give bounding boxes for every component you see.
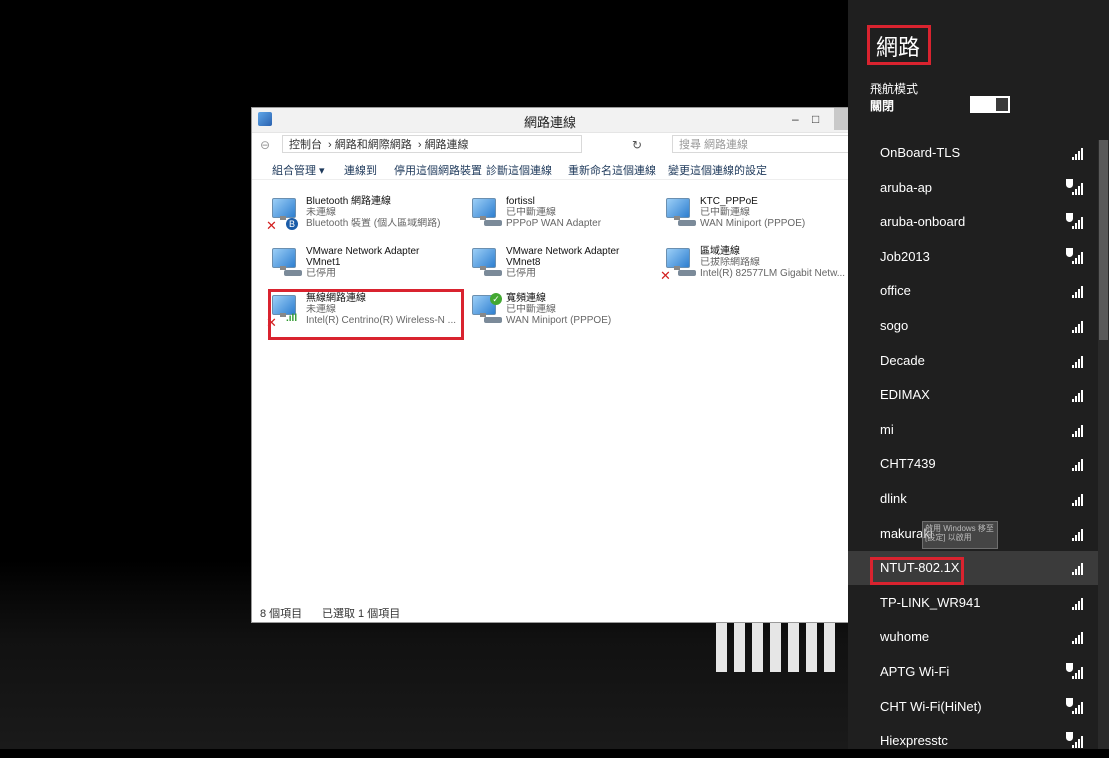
wifi-network-item[interactable]: mi <box>848 413 1098 447</box>
wifi-signal-icon <box>1068 388 1084 403</box>
airplane-mode-label: 飛航模式 <box>870 82 919 96</box>
wifi-network-item[interactable]: EDIMAX <box>848 378 1098 412</box>
wifi-signal-icon <box>1068 596 1084 610</box>
network-name: CHT Wi-Fi(HiNet) <box>880 698 982 714</box>
network-name: Decade <box>880 352 925 368</box>
title-bar[interactable]: 網路連線 – □ <box>252 108 848 133</box>
airplane-mode-state: 關閉 <box>870 99 895 113</box>
wifi-signal-icon <box>1068 354 1084 368</box>
network-name: OnBoard-TLS <box>880 145 961 160</box>
scrollbar[interactable] <box>1098 140 1109 749</box>
network-name: EDIMAX <box>880 387 930 403</box>
ethernet-adapter-icon <box>468 248 502 276</box>
network-name: mi <box>880 421 894 437</box>
bluetooth-adapter-icon: ✕ B <box>266 198 298 232</box>
wifi-signal-icon <box>1068 319 1084 333</box>
secured-wifi-signal-icon <box>1066 663 1084 679</box>
wifi-network-item[interactable]: office <box>848 274 1098 308</box>
network-name: aruba-ap <box>880 179 933 195</box>
airplane-mode-toggle[interactable] <box>970 96 1010 113</box>
window-title: 網路連線 <box>523 115 576 130</box>
ssid-highlight <box>870 557 964 585</box>
secured-wifi-signal-icon <box>1066 697 1084 714</box>
wifi-network-item[interactable]: aruba-ap <box>848 171 1098 205</box>
wifi-signal-icon <box>1068 284 1084 299</box>
list-item[interactable]: ✕ B Bluetooth 網路連線 未連線 Bluetooth 裝置 (個人區域網路… <box>266 194 462 238</box>
wifi-network-item[interactable]: aruba-onboard <box>848 205 1098 239</box>
wifi-signal-icon <box>1068 527 1084 541</box>
network-name: aruba-onboard <box>880 214 966 230</box>
breadcrumb[interactable]: 控制台 <box>289 139 322 151</box>
item-count: 8 個項目 <box>260 608 303 620</box>
wifi-network-item[interactable]: Hiexpresstc <box>848 724 1098 758</box>
panel-title: 網路 <box>876 35 921 60</box>
list-item[interactable]: VMware Network Adapter VMnet8 已停用 <box>466 244 662 288</box>
address-row: ⊖ 控制台 › 網路和網際網路 › 網路連線 ↻ 搜尋 網路連線 <box>252 133 850 157</box>
network-name: sogo <box>880 318 909 333</box>
network-connections-window[interactable]: 網路連線 – □ ⊖ 控制台 › 網路和網際網路 › 網路連線 ↻ 搜尋 網路連… <box>251 107 850 623</box>
wifi-signal-icon <box>1068 492 1084 506</box>
command-bar: 組合管理 ▾ 連線到 停用這個網路裝置 診斷這個連線 重新命名這個連線 變更這個… <box>252 157 848 180</box>
network-name: Hiexpresstc <box>880 733 948 749</box>
selection-highlight <box>268 289 464 340</box>
maximize-icon[interactable]: □ <box>812 112 819 126</box>
address-bar[interactable]: 控制台 › 網路和網際網路 › 網路連線 <box>282 135 582 153</box>
network-name: APTG Wi-Fi <box>880 664 950 679</box>
minimize-icon[interactable]: – <box>792 112 799 126</box>
secured-wifi-signal-icon <box>1066 732 1084 749</box>
wifi-signal-icon <box>1068 630 1084 645</box>
connect-to-button[interactable]: 連線到 <box>344 162 377 178</box>
pppoe-adapter-icon <box>662 198 696 226</box>
network-name: CHT7439 <box>880 456 936 472</box>
wifi-network-item[interactable]: OnBoard-TLS <box>848 136 1098 170</box>
scrollbar-thumb[interactable] <box>1099 140 1108 340</box>
close-button[interactable] <box>834 108 848 130</box>
wifi-signal-icon <box>1068 561 1084 576</box>
network-name: Job2013 <box>880 248 930 264</box>
diagnose-button[interactable]: 診斷這個連線 <box>486 162 552 178</box>
wallpaper-stripes <box>716 618 846 672</box>
network-name: dlink <box>880 491 907 506</box>
wifi-signal-icon <box>1068 457 1084 472</box>
wifi-signal-icon <box>1068 146 1084 160</box>
wifi-network-item[interactable]: CHT7439 <box>848 447 1098 481</box>
secured-wifi-signal-icon <box>1066 213 1084 230</box>
broadband-adapter-icon: ✓ <box>468 293 502 323</box>
wifi-network-item[interactable]: CHT Wi-Fi(HiNet) <box>848 690 1098 724</box>
wifi-signal-icon <box>1068 423 1084 437</box>
ethernet-adapter-icon: ✕ <box>660 248 696 282</box>
search-input[interactable]: 搜尋 網路連線 <box>672 135 850 153</box>
wifi-network-item[interactable]: Job2013 <box>848 240 1098 274</box>
wifi-network-item[interactable]: Decade <box>848 344 1098 378</box>
breadcrumb[interactable]: 網路連線 <box>425 139 469 151</box>
secured-wifi-signal-icon <box>1066 247 1084 264</box>
network-name: TP-LINK_WR941 <box>880 594 981 610</box>
disable-device-button[interactable]: 停用這個網路裝置 <box>394 162 482 178</box>
back-arrow-icon[interactable]: ⊖ <box>260 138 270 152</box>
ethernet-adapter-icon <box>268 248 302 276</box>
rename-button[interactable]: 重新命名這個連線 <box>568 162 656 178</box>
organize-button[interactable]: 組合管理 ▾ <box>272 162 325 178</box>
list-item[interactable]: ✓ 寬頻連線 已中斷連線 WAN Miniport (PPPOE) <box>466 291 662 335</box>
watermark-tooltip: 啟用 Windows 移至 [設定] 以啟用 <box>922 521 998 549</box>
wifi-network-item[interactable]: wuhome <box>848 620 1098 654</box>
vpn-adapter-icon <box>468 198 502 226</box>
breadcrumb[interactable]: 網路和網際網路 <box>335 139 412 151</box>
wifi-network-item[interactable]: TP-LINK_WR941 <box>848 586 1098 620</box>
change-settings-button[interactable]: 變更這個連線的設定 <box>668 162 767 178</box>
network-name: office <box>880 283 911 299</box>
list-item[interactable]: ✕ 區域連線 已拔除網路線 Intel(R) 82577LM Gigabit Net… <box>660 244 856 288</box>
list-item[interactable]: VMware Network Adapter VMnet1 已停用 <box>266 244 462 288</box>
status-bar: 8 個項目 已選取 1 個項目 <box>252 600 848 622</box>
network-name: wuhome <box>880 629 930 645</box>
secured-wifi-signal-icon <box>1066 178 1084 195</box>
refresh-icon[interactable]: ↻ <box>632 138 642 152</box>
list-item[interactable]: fortissl 已中斷連線 PPPoP WAN Adapter <box>466 194 662 238</box>
wifi-network-item[interactable]: sogo <box>848 309 1098 343</box>
list-item[interactable]: KTC_PPPoE 已中斷連線 WAN Miniport (PPPOE) <box>660 194 856 238</box>
selected-count: 已選取 1 個項目 <box>322 608 401 620</box>
wifi-network-item[interactable]: APTG Wi-Fi <box>848 655 1098 689</box>
wifi-network-item[interactable]: dlink <box>848 482 1098 516</box>
